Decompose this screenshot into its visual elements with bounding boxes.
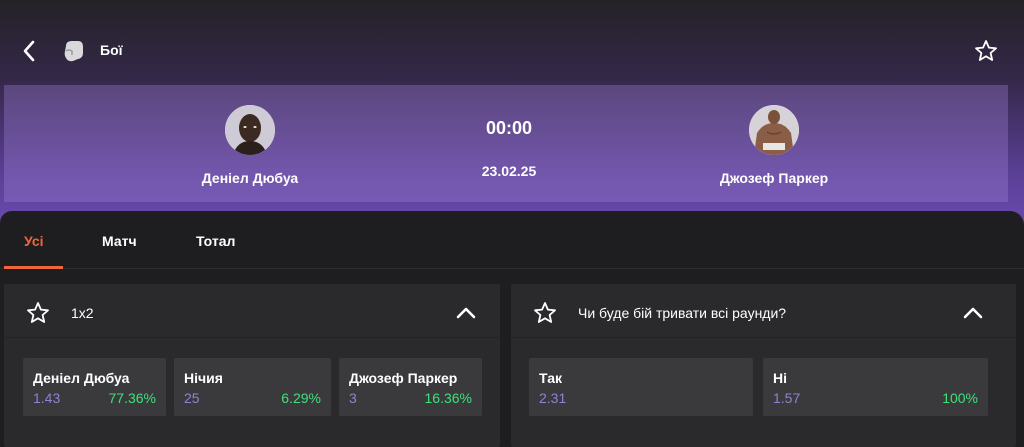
active-tab-indicator bbox=[4, 266, 63, 269]
chevron-left-icon bbox=[23, 40, 35, 62]
odd-coef: 1.43 bbox=[33, 390, 61, 406]
market-tabs: Усі Матч Тотал bbox=[0, 211, 1024, 269]
odd-percent: 6.29% bbox=[281, 390, 321, 406]
odd-coef: 25 bbox=[184, 390, 200, 406]
tab-match[interactable]: Матч bbox=[102, 233, 137, 249]
home-fighter-avatar bbox=[225, 105, 275, 155]
back-button[interactable] bbox=[16, 38, 42, 64]
market-header: 1x2 bbox=[4, 284, 500, 338]
top-bar: Бої bbox=[0, 28, 1024, 74]
star-outline-icon[interactable] bbox=[533, 301, 557, 325]
odd-label: Джозеф Паркер bbox=[349, 370, 458, 386]
markets-panel: Усі Матч Тотал 1x2 Деніел Дюбуа 1.43 77.… bbox=[0, 211, 1024, 447]
chevron-up-icon[interactable] bbox=[961, 301, 985, 325]
odd-percent: 77.36% bbox=[108, 390, 156, 406]
tab-all[interactable]: Усі bbox=[24, 233, 44, 249]
match-date: 23.02.25 bbox=[481, 163, 537, 179]
away-fighter-avatar bbox=[749, 105, 799, 155]
match-info: 00:00 23.02.25 bbox=[409, 118, 609, 179]
odd-label: Деніел Дюбуа bbox=[33, 370, 130, 386]
odd-coef: 1.57 bbox=[773, 390, 801, 406]
match-time: 00:00 bbox=[485, 118, 533, 138]
tab-total[interactable]: Тотал bbox=[196, 233, 235, 249]
odd-coef: 2.31 bbox=[539, 390, 567, 406]
odd-yes[interactable]: Так 2.31 bbox=[529, 358, 753, 416]
odd-label: Ні bbox=[773, 370, 787, 386]
odd-home[interactable]: Деніел Дюбуа 1.43 77.36% bbox=[23, 358, 166, 416]
market-title: Чи буде бій тривати всі раунди? bbox=[578, 305, 787, 321]
away-fighter-name: Джозеф Паркер bbox=[719, 170, 829, 186]
match-hero: Бої Деніел Дюбуа 00:00 23.02.25 Джозеф П… bbox=[0, 0, 1024, 230]
market-1x2: 1x2 Деніел Дюбуа 1.43 77.36% Нічия 25 6.… bbox=[4, 284, 500, 447]
odd-percent: 16.36% bbox=[424, 390, 472, 406]
star-outline-icon[interactable] bbox=[974, 39, 998, 63]
odd-draw[interactable]: Нічия 25 6.29% bbox=[174, 358, 331, 416]
odd-coef: 3 bbox=[349, 390, 357, 406]
odd-away[interactable]: Джозеф Паркер 3 16.36% bbox=[339, 358, 482, 416]
boxing-glove-icon bbox=[64, 41, 83, 62]
market-header: Чи буде бій тривати всі раунди? bbox=[511, 284, 1016, 338]
page-title: Бої bbox=[100, 42, 123, 58]
home-fighter-name: Деніел Дюбуа bbox=[201, 170, 299, 186]
away-fighter: Джозеф Паркер bbox=[674, 105, 874, 186]
odd-percent: 100% bbox=[942, 390, 978, 406]
chevron-up-icon[interactable] bbox=[454, 301, 478, 325]
market-all-rounds: Чи буде бій тривати всі раунди? Так 2.31… bbox=[511, 284, 1016, 447]
match-card: Деніел Дюбуа 00:00 23.02.25 Джозеф Парке… bbox=[4, 85, 1008, 202]
odd-no[interactable]: Ні 1.57 100% bbox=[763, 358, 988, 416]
odd-label: Нічия bbox=[184, 370, 223, 386]
market-title: 1x2 bbox=[71, 305, 94, 321]
star-outline-icon[interactable] bbox=[26, 301, 50, 325]
odd-label: Так bbox=[539, 370, 562, 386]
home-fighter: Деніел Дюбуа bbox=[150, 105, 350, 186]
